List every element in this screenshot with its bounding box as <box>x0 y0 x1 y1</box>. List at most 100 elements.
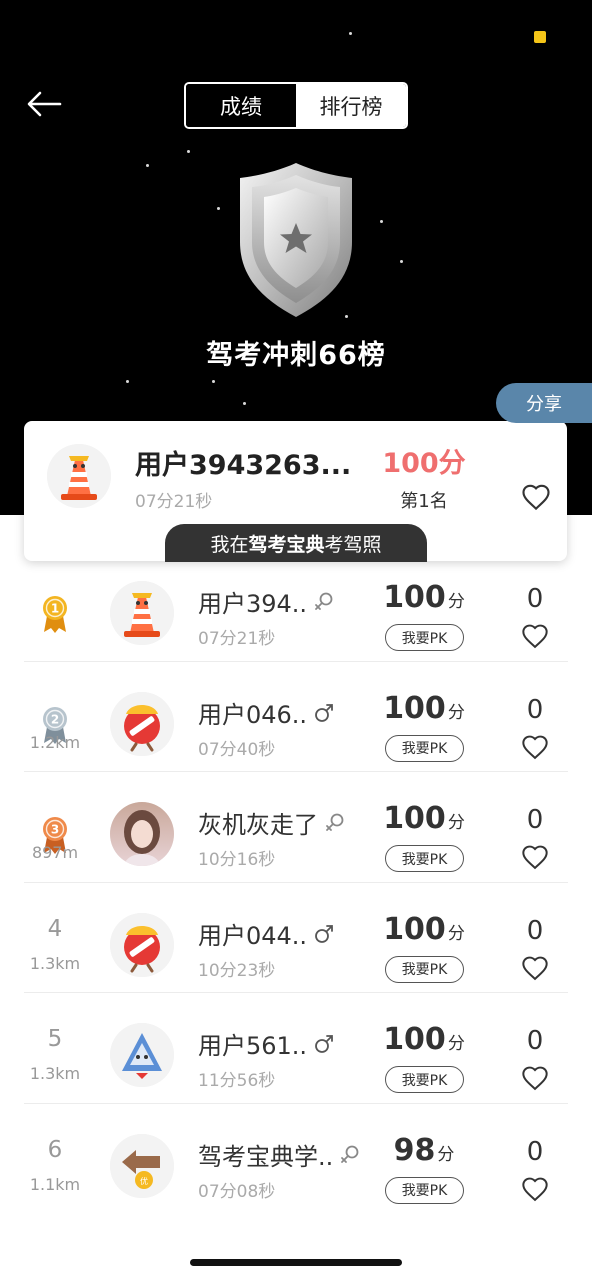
score-value: 100 <box>383 911 446 947</box>
heart-icon[interactable] <box>521 483 551 513</box>
score-unit: 分 <box>447 592 465 612</box>
avatar[interactable] <box>110 1023 174 1087</box>
no-entry-mascot-icon <box>110 912 174 977</box>
star-decoration <box>349 32 352 35</box>
star-decoration <box>187 150 190 153</box>
rank-column: 4 1.3km <box>20 882 90 992</box>
pk-button[interactable]: 我要PK <box>385 845 464 872</box>
rank-column: 5 1.3km <box>20 992 90 1102</box>
star-decoration <box>217 207 220 210</box>
like-count: 0 <box>526 584 544 614</box>
username-text: 用户394.. <box>198 590 308 618</box>
my-username: 用户3943263... <box>135 450 352 481</box>
score: 100 分 <box>364 580 484 615</box>
male-icon <box>313 702 335 730</box>
rank-column: 2 1.2km <box>20 661 90 771</box>
promo-prefix: 我在 <box>210 533 249 556</box>
score-value: 100 <box>383 690 446 726</box>
star-decoration <box>243 402 246 405</box>
distance: 1.3km <box>29 953 81 973</box>
avatar[interactable] <box>110 581 174 645</box>
photo-avatar <box>110 802 174 866</box>
completion-time: 11分56秒 <box>198 1071 276 1091</box>
distance: 897m <box>31 843 79 862</box>
board-title: 驾考冲刺66榜 <box>206 340 386 371</box>
pk-button[interactable]: 我要PK <box>385 624 464 651</box>
like-count: 0 <box>526 694 544 725</box>
score: 100 分 <box>364 1022 484 1057</box>
username: 用户046.. <box>198 695 335 730</box>
avatar[interactable]: 优 <box>110 1133 174 1198</box>
home-indicator <box>190 1259 402 1266</box>
male-icon <box>313 923 335 951</box>
promo-suffix: 考驾照 <box>324 533 382 556</box>
shield-badge-icon <box>240 163 352 317</box>
back-button[interactable] <box>24 86 64 122</box>
rank-number: 6 <box>47 1136 63 1163</box>
avatar[interactable] <box>110 912 174 977</box>
score-unit: 分 <box>447 702 465 723</box>
score: 100 分 <box>364 801 484 836</box>
score-unit: 分 <box>447 923 465 944</box>
username: 用户044.. <box>198 916 335 951</box>
my-rank: 第1名 <box>400 491 448 512</box>
score: 100 分 <box>364 912 484 947</box>
score-value: 98 <box>393 1132 436 1168</box>
like-count: 0 <box>526 1136 544 1167</box>
list-item: 2 1.2km 用户046.. 07分40秒 100 分我要PK 0 <box>0 660 592 772</box>
completion-time: 10分23秒 <box>198 960 276 981</box>
rank-number: 4 <box>47 915 63 942</box>
username-text: 驾考宝典学.. <box>198 1142 334 1171</box>
svg-text:2: 2 <box>51 712 59 726</box>
ranking-list: 1 用户394.. 07分21秒 100 分我要PK 0 2 1.2km 用户046.. 07分4… <box>0 550 592 1213</box>
score-unit: 分 <box>447 1034 465 1054</box>
no-entry-mascot-icon <box>110 691 174 756</box>
list-item: 3 897m 灰机灰走了 10分16秒 100 分我要PK 0 <box>0 771 592 882</box>
pk-button[interactable]: 我要PK <box>385 1176 464 1204</box>
rank-column: 6 1.1km <box>20 1103 90 1213</box>
username: 用户561.. <box>198 1026 335 1061</box>
svg-text:优: 优 <box>140 1176 148 1186</box>
star-decoration <box>146 164 149 167</box>
rank-number: 5 <box>47 1026 63 1052</box>
my-rank-card: 用户3943263... 07分21秒 100分 第1名 我在 驾考宝典 考驾照 <box>24 421 567 562</box>
score-value: 100 <box>383 580 446 615</box>
heart-icon[interactable] <box>521 1176 549 1204</box>
status-indicator-icon <box>534 31 546 43</box>
pk-button[interactable]: 我要PK <box>385 734 464 762</box>
avatar[interactable] <box>47 444 111 508</box>
heart-icon[interactable] <box>521 844 549 872</box>
heart-icon[interactable] <box>521 734 549 762</box>
username-text: 用户044.. <box>198 921 308 950</box>
gender-unknown-icon <box>339 1144 361 1172</box>
my-score: 100分 <box>382 448 466 479</box>
cone-mascot-icon <box>47 444 111 508</box>
heart-icon[interactable] <box>521 955 549 983</box>
promo-banner: 我在 驾考宝典 考驾照 <box>165 524 427 562</box>
distance: 1.1km <box>29 1174 81 1194</box>
list-item: 4 1.3km 用户044.. 10分23秒 100 分我要PK 0 <box>0 881 592 993</box>
segmented-tabs: 成绩 排行榜 <box>184 82 408 129</box>
gold-medal-icon: 1 <box>40 594 70 634</box>
pk-button[interactable]: 我要PK <box>385 955 464 983</box>
share-button[interactable]: 分享 <box>496 383 592 423</box>
avatar[interactable] <box>110 802 174 866</box>
heart-icon[interactable] <box>521 1065 549 1093</box>
tab-leaderboard[interactable]: 排行榜 <box>296 84 406 127</box>
gender-unknown-icon <box>324 812 346 840</box>
score: 100 分 <box>364 691 484 726</box>
pk-button[interactable]: 我要PK <box>385 1066 464 1093</box>
arrow-sign-mascot-icon: 优 <box>110 1133 174 1198</box>
back-arrow-icon <box>27 91 62 117</box>
username: 灰机灰走了 <box>198 805 346 840</box>
avatar[interactable] <box>110 691 174 756</box>
distance: 1.3km <box>29 1064 81 1083</box>
star-decoration <box>380 220 383 223</box>
username: 驾考宝典学.. <box>198 1137 361 1172</box>
promo-brand: 驾考宝典 <box>248 533 325 556</box>
username-text: 用户561.. <box>198 1032 308 1060</box>
tab-scores[interactable]: 成绩 <box>186 84 296 127</box>
username-text: 灰机灰走了 <box>198 811 318 839</box>
username: 用户394.. <box>198 584 335 619</box>
heart-icon[interactable] <box>521 623 549 651</box>
